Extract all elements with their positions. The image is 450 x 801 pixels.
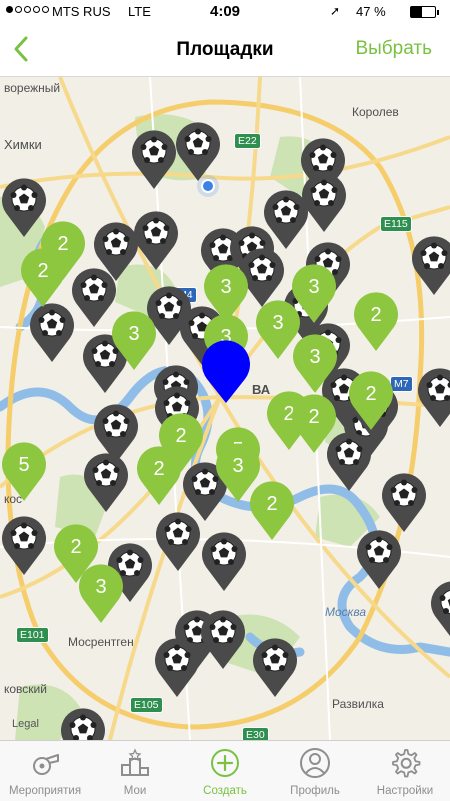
cluster-count: 3 [232, 455, 243, 477]
tab-mine[interactable]: Мои [90, 741, 180, 801]
venue-pin[interactable] [154, 511, 202, 573]
battery-percent: 47 % [356, 4, 386, 19]
cluster-count: 2 [370, 304, 381, 326]
tab-create-label: Создать [180, 785, 270, 797]
cluster-count: 5 [18, 454, 29, 476]
map-label-razvilka: Развилка [332, 697, 384, 711]
cluster-count: 2 [153, 458, 164, 480]
cluster-count: 3 [272, 312, 283, 334]
map-label-korolev: Королев [352, 105, 399, 119]
venue-pin[interactable] [199, 609, 247, 671]
podium-icon [119, 747, 151, 779]
cluster-count: 3 [220, 276, 231, 298]
venue-cluster-pin[interactable]: 2 [352, 291, 400, 353]
venue-pin[interactable] [59, 707, 107, 740]
road-tag-e22: E22 [234, 133, 261, 149]
select-button[interactable]: Выбрать [355, 38, 432, 60]
road-tag-e105: E105 [130, 697, 163, 713]
venue-cluster-pin[interactable]: 5 [0, 441, 48, 503]
whistle-icon [29, 747, 61, 779]
tab-create[interactable]: Создать [180, 741, 270, 801]
road-tag-e115: E115 [380, 216, 412, 232]
cluster-count: 2 [37, 260, 48, 282]
status-bar: MTS RUS LTE 4:09 ➚ 47 % [0, 0, 450, 24]
plus-circle-icon [209, 747, 241, 779]
user-icon [299, 747, 331, 779]
navigation-bar: Площадки Выбрать [0, 24, 450, 77]
cluster-count: 3 [308, 276, 319, 298]
venue-cluster-pin[interactable]: 2 [290, 393, 338, 455]
venue-pin[interactable] [251, 637, 299, 699]
map-view[interactable]: ворежный Королев Химки ВА кос Москва Мос… [0, 77, 450, 740]
tab-mine-label: Мои [90, 785, 180, 797]
venue-cluster-pin[interactable]: 2 [135, 445, 183, 507]
cluster-count: 2 [308, 406, 319, 428]
cluster-count: 3 [95, 576, 106, 598]
gear-icon [389, 747, 421, 779]
venue-pin[interactable] [410, 235, 450, 297]
tab-settings[interactable]: Настройки [360, 741, 450, 801]
map-label-mosrentgen: Мосрентген [68, 635, 134, 649]
venue-pin[interactable] [82, 452, 130, 514]
venue-pin[interactable] [153, 637, 201, 699]
cluster-count: 2 [266, 493, 277, 515]
venue-pin[interactable] [355, 529, 403, 591]
cluster-count: 2 [175, 425, 186, 447]
venue-pin[interactable] [429, 580, 450, 642]
map-label-partial-sw: ковский [4, 682, 47, 696]
tab-bar: Мероприятия Мои Создать Профиль Настройк… [0, 740, 450, 801]
road-tag-e30: E30 [242, 727, 269, 740]
cluster-count: 3 [128, 323, 139, 345]
cluster-count: 2 [70, 536, 81, 558]
selected-location-pin[interactable] [201, 339, 251, 405]
venue-cluster-pin[interactable]: 3 [290, 263, 338, 325]
map-label-moskva-river: Москва [325, 605, 366, 619]
road-tag-e101: E101 [16, 627, 49, 643]
tab-profile[interactable]: Профиль [270, 741, 360, 801]
tab-events-label: Мероприятия [0, 785, 90, 797]
venue-pin[interactable] [380, 472, 428, 534]
tab-events[interactable]: Мероприятия [0, 741, 90, 801]
venue-pin[interactable] [28, 302, 76, 364]
tab-settings-label: Настройки [360, 785, 450, 797]
tab-profile-label: Профиль [270, 785, 360, 797]
chevron-left-icon [6, 32, 40, 66]
location-arrow-icon: ➚ [330, 4, 340, 18]
venue-pin[interactable] [174, 121, 222, 183]
back-button[interactable] [6, 32, 40, 66]
venue-pin[interactable] [0, 515, 48, 577]
venue-cluster-pin[interactable]: 3 [291, 333, 339, 395]
venue-pin[interactable] [132, 210, 180, 272]
venue-cluster-pin[interactable]: 2 [248, 480, 296, 542]
venue-cluster-pin[interactable]: 2 [347, 370, 395, 432]
map-legal-link[interactable]: Legal [12, 718, 39, 730]
map-label-partial: ворежный [4, 81, 60, 95]
venue-pin[interactable] [130, 129, 178, 191]
venue-cluster-pin[interactable]: 3 [77, 563, 125, 625]
cluster-count: 2 [365, 383, 376, 405]
venue-cluster-pin[interactable]: 3 [110, 310, 158, 372]
venue-cluster-pin[interactable]: 2 [19, 247, 67, 309]
map-label-khimki: Химки [4, 137, 42, 152]
venue-pin[interactable] [200, 531, 248, 593]
venue-pin[interactable] [416, 367, 450, 429]
cluster-count: 3 [309, 346, 320, 368]
battery-icon [410, 6, 436, 18]
